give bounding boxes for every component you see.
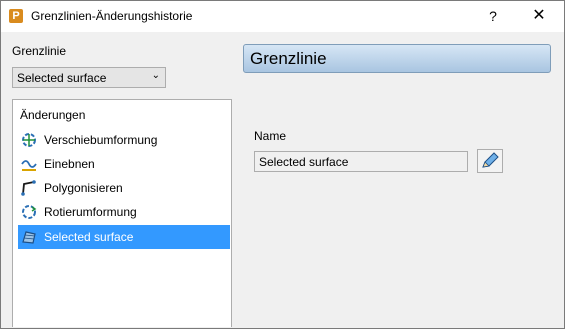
- pencil-icon: [482, 152, 499, 168]
- dialog-window: P Grenzlinien-Änderungshistorie ? ✕ Gren…: [0, 0, 565, 329]
- tree-item-label: Rotierumformung: [44, 205, 137, 219]
- changes-tree[interactable]: Änderungen Verschiebumformung Einebnen P…: [12, 99, 232, 327]
- tree-item-einebnen[interactable]: Einebnen: [18, 152, 230, 176]
- tree-item-polygonisieren[interactable]: Polygonisieren: [18, 176, 230, 200]
- tree-item-label: Verschiebumformung: [44, 133, 158, 147]
- chevron-down-icon: ⌄: [151, 70, 160, 81]
- tree-item-selected-surface[interactable]: Selected surface: [18, 225, 230, 249]
- surface-icon: [22, 231, 36, 244]
- tree-item-verschiebumformung[interactable]: Verschiebumformung: [18, 128, 230, 152]
- rotate-transform-icon: [22, 205, 37, 219]
- boundary-header-panel: Grenzlinie: [243, 44, 551, 73]
- flatten-icon: [21, 160, 37, 171]
- tree-item-label: Selected surface: [44, 230, 134, 244]
- polygonise-icon: [21, 180, 36, 196]
- name-value: Selected surface: [259, 155, 349, 169]
- move-transform-icon: [22, 133, 36, 147]
- tree-item-label: Polygonisieren: [44, 181, 123, 195]
- tree-header: Änderungen: [20, 108, 86, 122]
- window-title: Grenzlinien-Änderungshistorie: [31, 9, 193, 23]
- name-field: Selected surface: [254, 151, 468, 172]
- boundary-label: Grenzlinie: [12, 44, 67, 58]
- close-button[interactable]: ✕: [525, 5, 553, 27]
- name-label: Name: [254, 129, 287, 143]
- dropdown-value: Selected surface: [17, 71, 107, 85]
- tree-item-rotierumformung[interactable]: Rotierumformung: [18, 200, 230, 224]
- tree-item-label: Einebnen: [44, 157, 95, 171]
- boundary-dropdown[interactable]: Selected surface ⌄: [12, 67, 166, 88]
- app-icon: P: [9, 9, 23, 23]
- help-button[interactable]: ?: [481, 5, 505, 27]
- edit-name-button[interactable]: [477, 149, 503, 173]
- panel-title: Grenzlinie: [250, 49, 327, 68]
- title-bar: P Grenzlinien-Änderungshistorie ? ✕: [1, 1, 564, 32]
